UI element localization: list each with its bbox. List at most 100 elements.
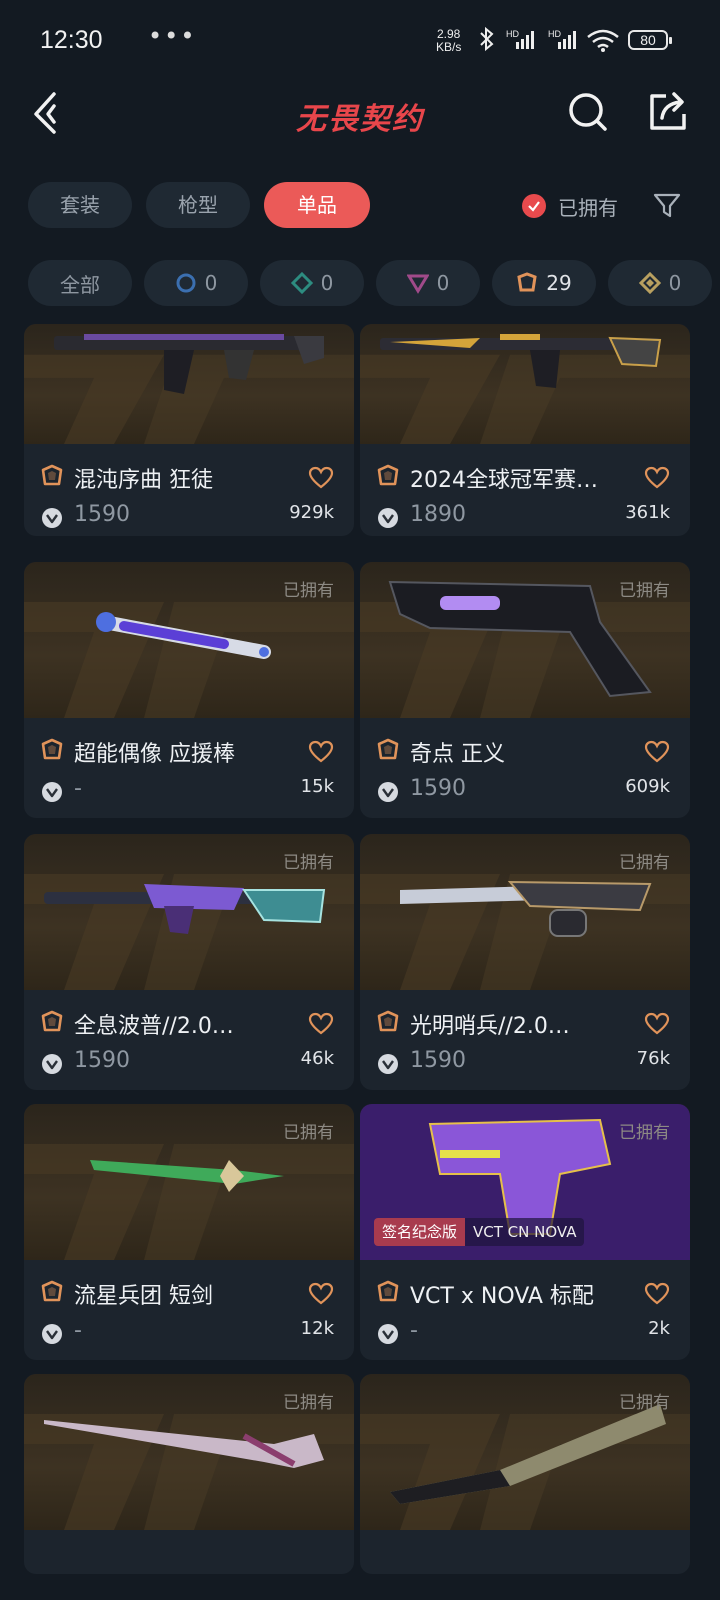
tier-ultra-icon	[638, 272, 661, 294]
like-count: 12k	[300, 1318, 334, 1339]
chip-tier-ultra[interactable]: 0	[608, 260, 712, 306]
item-info: 混沌序曲 狂徒 1590 929k	[24, 444, 354, 536]
vp-currency-icon	[40, 1322, 64, 1350]
item-price: 1590	[74, 502, 130, 527]
signal-icon: HD	[506, 29, 534, 49]
top-nav: 无畏契约	[0, 84, 720, 164]
chip-tier-exclusive[interactable]: 29	[492, 260, 596, 306]
vp-currency-icon	[376, 780, 400, 808]
item-card[interactable]: 已拥有 签名纪念版 VCT CN NOVA VCT x NOVA 标配 - 2k	[360, 1104, 690, 1360]
tier-exclusive-icon	[376, 1280, 400, 1308]
owned-tag: 已拥有	[619, 1393, 670, 1413]
tier-premium-icon	[406, 274, 429, 294]
chip-tier-select[interactable]: 0	[144, 260, 248, 306]
chip-tier-deluxe[interactable]: 0	[260, 260, 364, 306]
owned-tag: 已拥有	[283, 1393, 334, 1413]
vp-currency-icon	[40, 780, 64, 808]
tier-exclusive-icon	[40, 1010, 64, 1038]
share-icon[interactable]	[648, 88, 688, 136]
tier-exclusive-icon	[40, 738, 64, 766]
item-card[interactable]: 已拥有 超能偶像 应援棒 - 15k	[24, 562, 354, 818]
owned-tag: 已拥有	[619, 1123, 670, 1143]
item-card[interactable]: 已拥有 奇点 正义 1590 609k	[360, 562, 690, 818]
weapon-image: 已拥有	[24, 834, 354, 990]
tier-exclusive-icon	[40, 464, 64, 492]
weapon-image: 已拥有	[360, 1374, 690, 1530]
item-card[interactable]: 已拥有光明哨兵//2.0… 1590 76k	[360, 834, 690, 1090]
item-info: 全息波普//2.0… 1590 46k	[24, 990, 354, 1090]
item-card[interactable]: 已拥有 全息波普//2.0… 1590 46k	[24, 834, 354, 1090]
like-count: 2k	[648, 1318, 670, 1339]
owned-tag: 已拥有	[283, 581, 334, 601]
status-bar: 12:30 ••• 2.98 KB/s HD HD 80	[0, 0, 720, 84]
weapon-art	[360, 324, 690, 444]
app-logo: 无畏契约	[296, 102, 424, 137]
item-card[interactable]: 已拥有	[360, 1374, 690, 1574]
item-info: 2024全球冠军赛… 1890 361k	[360, 444, 690, 536]
item-price: 1590	[410, 776, 466, 801]
item-info: 超能偶像 应援棒 - 15k	[24, 718, 354, 818]
weapon-art	[24, 324, 354, 444]
heart-icon[interactable]	[308, 1282, 334, 1310]
heart-icon[interactable]	[308, 740, 334, 768]
heart-icon[interactable]	[644, 740, 670, 768]
tab-weapon-types[interactable]: 枪型	[146, 182, 250, 228]
chip-tier-premium[interactable]: 0	[376, 260, 480, 306]
filter-icon[interactable]	[652, 190, 682, 220]
svg-text:HD: HD	[506, 29, 519, 39]
item-card[interactable]: 已拥有 流星兵团 短剑 - 12k	[24, 1104, 354, 1360]
item-price: 1590	[410, 1048, 466, 1073]
heart-icon[interactable]	[644, 466, 670, 494]
like-count: 46k	[300, 1048, 334, 1069]
chip-label: 全部	[60, 272, 100, 297]
vp-currency-icon	[40, 1052, 64, 1080]
item-price: -	[74, 776, 82, 801]
item-name: 光明哨兵//2.0…	[410, 1014, 570, 1039]
tab-items[interactable]: 单品	[264, 182, 370, 228]
item-name: 超能偶像 应援棒	[74, 742, 235, 767]
vp-currency-icon	[376, 1322, 400, 1350]
vp-currency-icon	[376, 1052, 400, 1080]
check-icon	[522, 194, 546, 218]
clock: 12:30	[40, 26, 103, 54]
item-name: 混沌序曲 狂徒	[74, 468, 213, 493]
heart-icon[interactable]	[308, 1012, 334, 1040]
item-info: 流星兵团 短剑 - 12k	[24, 1260, 354, 1360]
item-info: VCT x NOVA 标配 - 2k	[360, 1260, 690, 1360]
signal-icon-2: HD	[548, 29, 576, 49]
vp-currency-icon	[40, 506, 64, 534]
chip-label: 0	[436, 271, 450, 295]
battery-indicator: 80	[628, 30, 672, 50]
item-name: 2024全球冠军赛…	[410, 468, 598, 493]
like-count: 609k	[625, 776, 670, 797]
weapon-image: 已拥有	[24, 1374, 354, 1530]
speed-unit: KB/s	[436, 40, 462, 54]
vp-currency-icon	[376, 506, 400, 534]
item-name: 全息波普//2.0…	[74, 1014, 234, 1039]
chip-all[interactable]: 全部	[28, 260, 132, 306]
item-info: 光明哨兵//2.0… 1590 76k	[360, 990, 690, 1090]
weapon-image: 已拥有	[360, 834, 690, 990]
owned-filter-toggle[interactable]: 已拥有	[522, 192, 618, 220]
item-price: -	[74, 1318, 82, 1343]
heart-icon[interactable]	[644, 1282, 670, 1310]
item-card[interactable]: 已拥有	[24, 1374, 354, 1574]
weapon-image	[24, 324, 354, 444]
weapon-image	[360, 324, 690, 444]
item-price: 1890	[410, 502, 466, 527]
item-card[interactable]: 混沌序曲 狂徒 1590 929k	[24, 324, 354, 536]
tier-select-icon	[176, 273, 196, 293]
edition-badge: 签名纪念版 VCT CN NOVA	[374, 1218, 585, 1246]
item-card[interactable]: 2024全球冠军赛… 1890 361k	[360, 324, 690, 536]
tier-filter-chips: 全部 0 0 0 29 0	[0, 260, 720, 308]
item-price: -	[410, 1318, 418, 1343]
owned-tag: 已拥有	[619, 853, 670, 873]
chip-label: 0	[204, 271, 218, 295]
like-count: 76k	[636, 1048, 670, 1069]
tab-bundles[interactable]: 套装	[28, 182, 132, 228]
heart-icon[interactable]	[308, 466, 334, 494]
owned-filter-label: 已拥有	[558, 195, 618, 220]
network-speed: 2.98 KB/s	[436, 28, 461, 54]
heart-icon[interactable]	[644, 1012, 670, 1040]
search-icon[interactable]	[566, 88, 610, 136]
